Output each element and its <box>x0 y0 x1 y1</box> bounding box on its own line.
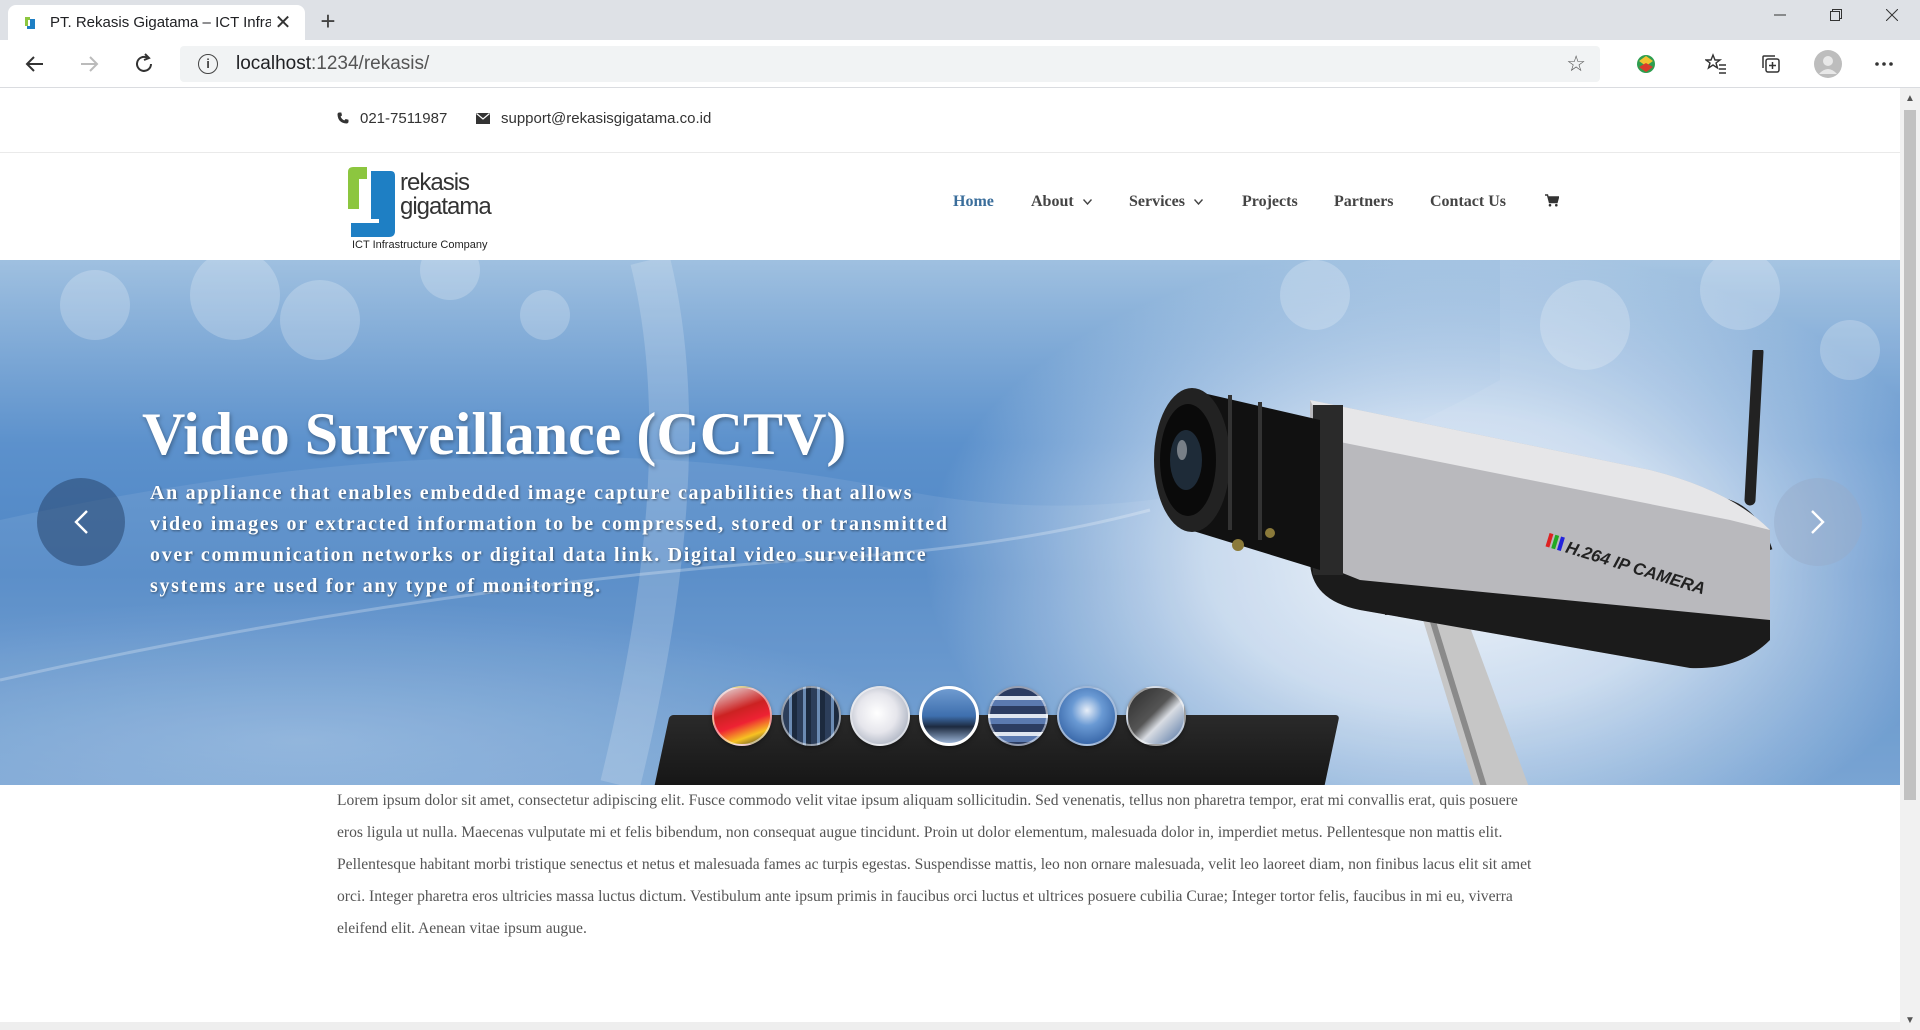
slide-thumbnail[interactable] <box>712 686 772 746</box>
favorites-icon[interactable] <box>1700 48 1732 80</box>
phone-contact[interactable]: 021-7511987 <box>337 110 447 127</box>
email-contact[interactable]: support@rekasisgigatama.co.id <box>476 110 711 127</box>
address-bar[interactable]: i localhost:1234/rekasis/ ☆ <box>180 46 1600 82</box>
nav-projects[interactable]: Projects <box>1242 193 1298 211</box>
nav-about[interactable]: About <box>1031 193 1092 211</box>
contact-topbar: 021-7511987 support@rekasisgigatama.co.i… <box>0 88 1900 153</box>
chevron-down-icon <box>1193 199 1203 205</box>
logo-text-gigatama: gigatama <box>400 193 492 220</box>
slide-thumbnail[interactable] <box>850 686 910 746</box>
phone-number: 021-7511987 <box>360 110 448 127</box>
tab-close-icon[interactable]: ✕ <box>271 11 295 35</box>
collections-icon[interactable] <box>1755 48 1787 80</box>
web-page: 021-7511987 support@rekasisgigatama.co.i… <box>0 88 1900 1030</box>
ip-camera-image: H.264 IP CAMERA <box>1154 350 1773 785</box>
tab-title: PT. Rekasis Gigatama – ICT Infrastructur… <box>50 14 271 31</box>
scroll-thumb[interactable] <box>1904 110 1916 800</box>
nav-partners[interactable]: Partners <box>1334 193 1394 211</box>
chevron-down-icon <box>1082 199 1092 205</box>
tab-strip: PT. Rekasis Gigatama – ICT Infrastructur… <box>0 0 1920 40</box>
slide-thumbnail[interactable] <box>1126 686 1186 746</box>
slide-thumbnail[interactable] <box>988 686 1048 746</box>
hero-description: An appliance that enables embedded image… <box>150 482 949 597</box>
hero-title: Video Surveillance (CCTV) <box>142 401 847 467</box>
window-close-icon[interactable] <box>1864 0 1920 30</box>
logo-mark-icon <box>348 167 395 237</box>
back-icon[interactable] <box>19 48 51 80</box>
info-icon[interactable]: i <box>198 54 218 74</box>
envelope-icon <box>476 111 490 127</box>
site-header: rekasis gigatama ICT Infrastructure Comp… <box>0 153 1900 260</box>
forward-icon[interactable] <box>73 48 105 80</box>
scroll-up-icon[interactable]: ▲ <box>1900 90 1920 108</box>
slider-thumbnails <box>712 686 1195 746</box>
page-scrollbar[interactable]: ▲ ▼ <box>1900 88 1920 1030</box>
site-favicon-icon <box>22 15 38 31</box>
footer-divider <box>0 1022 1900 1030</box>
nav-contact-us[interactable]: Contact Us <box>1430 193 1506 211</box>
slider-prev-button[interactable] <box>37 478 125 566</box>
url-text: localhost:1234/rekasis/ <box>236 53 430 74</box>
slide-thumbnail[interactable] <box>781 686 841 746</box>
extension-icon[interactable] <box>1630 48 1662 80</box>
restore-icon[interactable] <box>1808 0 1864 30</box>
cart-icon[interactable] <box>1545 194 1559 207</box>
star-icon[interactable]: ☆ <box>1566 51 1586 77</box>
slide-thumbnail[interactable] <box>919 686 979 746</box>
browser-toolbar: i localhost:1234/rekasis/ ☆ <box>0 40 1920 88</box>
nav-services[interactable]: Services <box>1129 193 1203 211</box>
more-icon[interactable] <box>1868 48 1900 80</box>
slider-next-button[interactable] <box>1774 478 1862 566</box>
new-tab-button[interactable]: + <box>314 8 342 36</box>
nav-home[interactable]: Home <box>953 193 994 211</box>
slide-thumbnail[interactable] <box>1057 686 1117 746</box>
scroll-down-icon[interactable]: ▼ <box>1900 1012 1920 1030</box>
refresh-icon[interactable] <box>128 48 160 80</box>
profile-icon[interactable] <box>1812 48 1844 80</box>
browser-tab[interactable]: PT. Rekasis Gigatama – ICT Infrastructur… <box>8 5 305 40</box>
phone-icon <box>337 111 349 127</box>
hero-slider: H.264 IP CAMERA Video Surveillance (CCTV… <box>0 260 1900 785</box>
intro-paragraph: Lorem ipsum dolor sit amet, consectetur … <box>337 792 1532 937</box>
chevron-right-icon <box>1811 510 1825 534</box>
minimize-icon[interactable] <box>1752 0 1808 30</box>
chevron-left-icon <box>74 510 88 534</box>
site-logo[interactable]: rekasis gigatama ICT Infrastructure Comp… <box>345 163 495 257</box>
email-address: support@rekasisgigatama.co.id <box>501 110 712 127</box>
logo-tagline: ICT Infrastructure Company <box>352 239 488 251</box>
